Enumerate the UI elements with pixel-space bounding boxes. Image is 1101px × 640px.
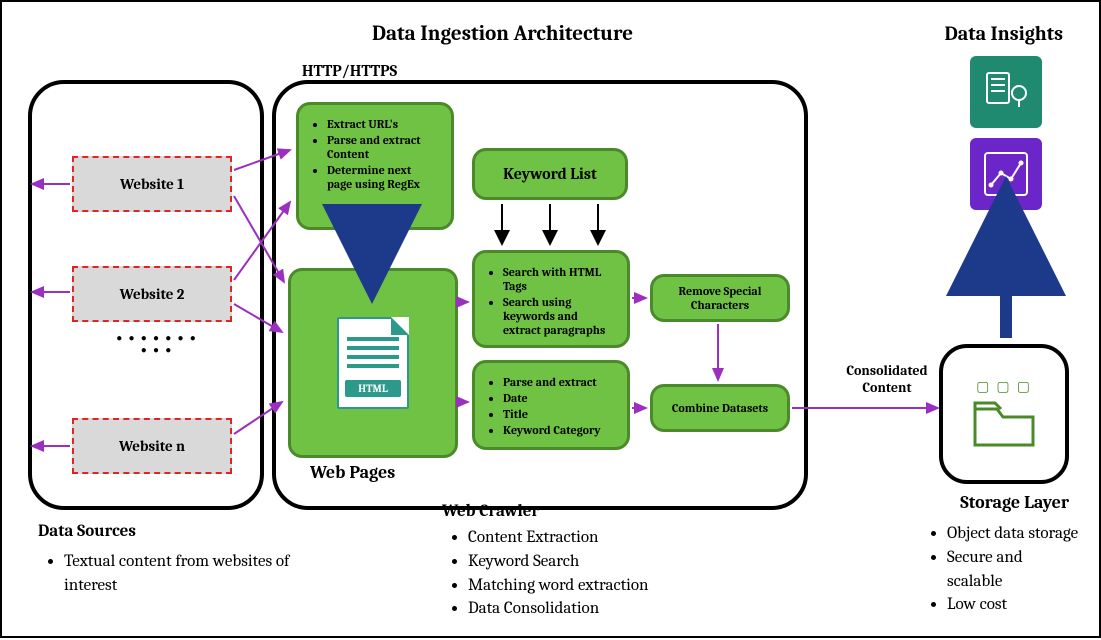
consolidated-content-label: Consolidated Content <box>822 362 952 396</box>
extract-item-3: Determine next page using RegEx <box>327 163 439 191</box>
html-tag-label: HTML <box>345 380 401 397</box>
extract-urls-box: Extract URL's Parse and extract Content … <box>296 102 454 230</box>
storage-layer-bullets: Object data storage Secure and scalable … <box>921 518 1081 617</box>
wc-bullet-2: Keyword Search <box>468 550 742 574</box>
parse-item-2: Date <box>503 391 615 405</box>
web-pages-box: HTML <box>288 268 458 458</box>
data-sources-bullets: Textual content from websites of interes… <box>38 546 298 598</box>
cpu-chips-icon: ▢ ▢ ▢ <box>976 378 1032 395</box>
keyword-list-box: Keyword List <box>472 148 628 200</box>
parse-item-3: Title <box>503 407 615 421</box>
website-2-box: Website 2 <box>72 266 232 322</box>
wc-bullet-3: Matching word extraction <box>468 574 742 598</box>
website-1-box: Website 1 <box>72 156 232 212</box>
parse-extract-box: Parse and extract Date Title Keyword Cat… <box>472 360 630 450</box>
search-item-2: Search using keywords and extract paragr… <box>503 295 615 337</box>
search-html-box: Search with HTML Tags Search using keywo… <box>472 250 630 348</box>
parse-item-4: Keyword Category <box>503 423 615 437</box>
extract-item-1: Extract URL's <box>327 117 439 131</box>
extract-item-2: Parse and extract Content <box>327 133 439 161</box>
diagram-canvas: Data Ingestion Architecture Data Insight… <box>0 0 1101 638</box>
main-title: Data Ingestion Architecture <box>372 22 633 46</box>
web-pages-label: Web Pages <box>310 462 395 483</box>
wc-bullet-4: Data Consolidation <box>468 597 742 621</box>
analytics-chart-icon <box>970 138 1042 210</box>
ds-bullet-1: Textual content from websites of interes… <box>64 550 298 598</box>
sl-bullet-3: Low cost <box>947 593 1081 617</box>
folder-icon <box>969 395 1039 451</box>
search-item-1: Search with HTML Tags <box>503 265 615 293</box>
ellipsis-dots: ● ● ● ● ● ● ● ● ● ● <box>112 332 202 356</box>
storage-layer-box: ▢ ▢ ▢ <box>939 344 1069 484</box>
combine-datasets-box: Combine Datasets <box>650 384 790 432</box>
web-crawler-bullets: Content Extraction Keyword Search Matchi… <box>442 522 742 621</box>
document-lightbulb-icon <box>970 56 1042 128</box>
sl-bullet-2: Secure and scalable <box>947 546 1081 594</box>
wc-bullet-1: Content Extraction <box>468 526 742 550</box>
sl-bullet-1: Object data storage <box>947 522 1081 546</box>
parse-item-1: Parse and extract <box>503 375 615 389</box>
web-crawler-heading: Web Crawler <box>442 502 539 521</box>
remove-special-chars-box: Remove Special Characters <box>650 274 790 322</box>
storage-layer-label: Storage Layer <box>960 492 1069 513</box>
data-sources-heading: Data Sources <box>38 522 136 541</box>
insights-title: Data Insights <box>945 22 1063 45</box>
html-file-icon: HTML <box>337 317 409 409</box>
http-https-label: HTTP/HTTPS <box>302 62 397 80</box>
website-n-box: Website n <box>72 418 232 474</box>
